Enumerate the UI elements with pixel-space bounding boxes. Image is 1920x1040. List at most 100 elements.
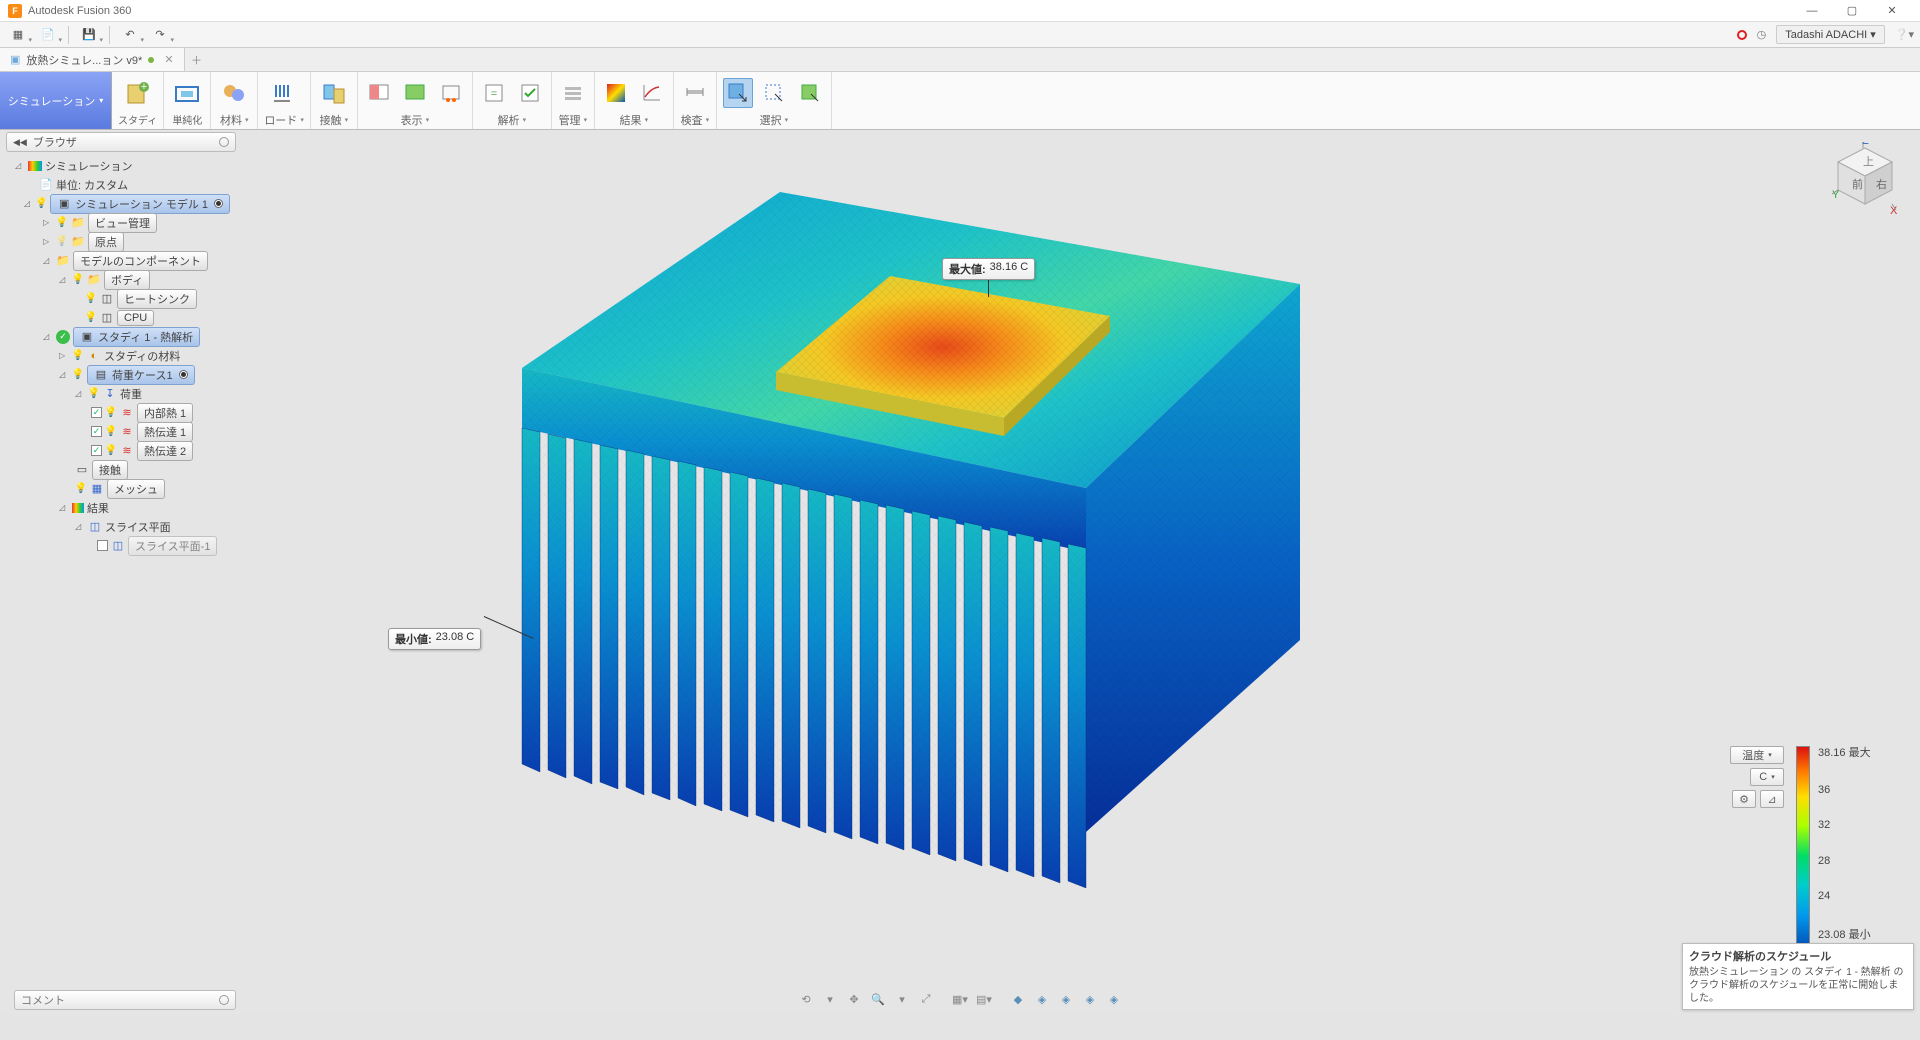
viewport-single-button[interactable]: ◆: [1007, 989, 1029, 1009]
tree-units[interactable]: 📄単位: カスタム: [6, 175, 236, 194]
tree-slice-planes[interactable]: ◿◫スライス平面: [6, 517, 236, 536]
help-button[interactable]: ❔▾: [1895, 28, 1914, 41]
view-cube[interactable]: 前 右 上 Z Y X: [1830, 142, 1900, 212]
workspace-switcher[interactable]: シミュレーション▾: [0, 72, 112, 129]
fit-button[interactable]: ⤢: [915, 989, 937, 1009]
tree-loads[interactable]: ◿💡↧荷重: [6, 384, 236, 403]
look-at-button[interactable]: ▾: [819, 989, 841, 1009]
tree-heatsink[interactable]: 💡◫ヒートシンク: [6, 289, 236, 308]
group-label-display: 表示 ▾: [401, 112, 430, 128]
viewport-cube3-button[interactable]: ◈: [1079, 989, 1101, 1009]
ribbon-group-simplify: 単純化: [164, 72, 211, 129]
window-maximize-button[interactable]: ▢: [1832, 0, 1872, 22]
browser-header[interactable]: ◀◀ ブラウザ: [6, 132, 236, 152]
legend-delta-button[interactable]: ⊿: [1760, 790, 1784, 808]
max-callout[interactable]: 最大値:38.16 C: [942, 258, 1035, 280]
new-study-button[interactable]: +: [121, 76, 155, 110]
display-toggle-2[interactable]: [400, 78, 430, 108]
redo-button[interactable]: ↷▾: [148, 24, 172, 46]
tree-components[interactable]: ◿📁モデルのコンポーネント: [6, 251, 236, 270]
job-status-icon[interactable]: ◷: [1757, 28, 1767, 41]
zoom-drop-button[interactable]: ▾: [891, 989, 913, 1009]
tree-body[interactable]: ◿💡📁ボディ: [6, 270, 236, 289]
ribbon-group-load: ロード ▾: [258, 72, 311, 129]
manage-button[interactable]: [558, 78, 588, 108]
navigation-bar: ⟲ ▾ ✥ 🔍 ▾ ⤢ ▦▾ ▤▾ ◆ ◈ ◈ ◈ ◈: [791, 988, 1129, 1010]
group-label-load: ロード ▾: [264, 112, 304, 128]
title-bar: F Autodesk Fusion 360 — ▢ ✕: [0, 0, 1920, 22]
viewcube-top-label: 上: [1863, 155, 1874, 168]
orbit-button[interactable]: ⟲: [795, 989, 817, 1009]
save-button[interactable]: 💾▾: [77, 24, 101, 46]
close-tab-button[interactable]: ✕: [164, 53, 173, 66]
group-label-solve: 解析 ▾: [498, 112, 527, 128]
grid-settings-button[interactable]: ▤▾: [973, 989, 995, 1009]
tree-origin[interactable]: ▷💡📁原点: [6, 232, 236, 251]
solve-button[interactable]: =: [479, 78, 509, 108]
tree-study1[interactable]: ◿✓▣スタディ 1 - 熱解析: [6, 327, 236, 346]
viewcube-front-label: 前: [1852, 177, 1863, 191]
simplify-button[interactable]: [170, 76, 204, 110]
tree-contacts[interactable]: ▭接触: [6, 460, 236, 479]
new-tab-button[interactable]: ＋: [185, 48, 209, 71]
tree-internal-heat[interactable]: ✓💡≋内部熱 1: [6, 403, 236, 422]
precheck-button[interactable]: [515, 78, 545, 108]
collapse-icon[interactable]: ◀◀: [13, 137, 27, 148]
select-window-button[interactable]: [723, 78, 753, 108]
tree-study-materials[interactable]: ▷💡◐スタディの材料: [6, 346, 236, 365]
tree-heat-transfer2[interactable]: ✓💡≋熱伝達 2: [6, 441, 236, 460]
select-freeform-button[interactable]: [759, 78, 789, 108]
user-menu[interactable]: Tadashi ADACHI ▾: [1776, 25, 1885, 44]
svg-text:Y: Y: [1832, 189, 1840, 201]
tree-heat-transfer1[interactable]: ✓💡≋熱伝達 1: [6, 422, 236, 441]
legend-color-bar[interactable]: [1796, 746, 1810, 946]
zoom-button[interactable]: 🔍: [867, 989, 889, 1009]
tree-root[interactable]: ◿シミュレーション: [6, 156, 236, 175]
viewport-3d[interactable]: 前 右 上 Z Y X: [0, 130, 1920, 1014]
legend-unit-select[interactable]: C▾: [1750, 768, 1784, 786]
tree-results[interactable]: ◿結果: [6, 498, 236, 517]
legend-settings-button[interactable]: ⚙: [1732, 790, 1756, 808]
group-label-select: 選択 ▾: [760, 112, 789, 128]
tree-cpu[interactable]: 💡◫CPU: [6, 308, 236, 327]
display-toggle-1[interactable]: [364, 78, 394, 108]
doc-title: 放熱シミュレ...ョン v9*: [26, 52, 142, 68]
browser-settings-icon[interactable]: [219, 137, 229, 147]
select-paint-button[interactable]: [795, 78, 825, 108]
undo-button[interactable]: ↶▾: [118, 24, 142, 46]
group-label-manage: 管理 ▾: [559, 112, 588, 128]
tree-load-case[interactable]: ◿💡▤荷重ケース1: [6, 365, 236, 384]
display-settings-button[interactable]: ▦▾: [949, 989, 971, 1009]
window-close-button[interactable]: ✕: [1872, 0, 1912, 22]
tree-mesh[interactable]: 💡▦メッシュ: [6, 479, 236, 498]
load-button[interactable]: [267, 76, 301, 110]
window-minimize-button[interactable]: —: [1792, 0, 1832, 22]
pan-button[interactable]: ✥: [843, 989, 865, 1009]
results-legend: 温度▾ C▾ ⚙ ⊿ 38.16 最大 36 32 28 24 23.08 最小: [1722, 740, 1902, 956]
record-icon[interactable]: [1737, 30, 1747, 40]
comments-expand-icon[interactable]: [219, 995, 229, 1005]
legend-ticks: 38.16 最大 36 32 28 24 23.08 最小: [1816, 740, 1871, 946]
document-tabs: ▣ 放熱シミュレ...ョン v9* ✕ ＋: [0, 48, 1920, 72]
app-title: Autodesk Fusion 360: [28, 5, 131, 17]
group-label-simplify: 単純化: [172, 112, 202, 127]
data-panel-button[interactable]: ▦▾: [6, 24, 30, 46]
tree-view-mgmt[interactable]: ▷💡📁ビュー管理: [6, 213, 236, 232]
legend-quantity-select[interactable]: 温度▾: [1730, 746, 1784, 764]
dof-view-button[interactable]: [436, 78, 466, 108]
document-tab[interactable]: ▣ 放熱シミュレ...ョン v9* ✕: [0, 48, 185, 71]
materials-button[interactable]: [217, 76, 251, 110]
file-menu-button[interactable]: 📄▾: [36, 24, 60, 46]
infobox-header: クラウド解析のスケジュール: [1689, 948, 1907, 964]
tree-sim-model[interactable]: ◿💡▣シミュレーション モデル 1: [6, 194, 236, 213]
contacts-button[interactable]: [317, 76, 351, 110]
results-contour-button[interactable]: [601, 78, 631, 108]
inspect-button[interactable]: [680, 78, 710, 108]
viewport-cube2-button[interactable]: ◈: [1055, 989, 1077, 1009]
comments-bar[interactable]: コメント: [14, 990, 236, 1010]
tree-slice-plane1[interactable]: ◫スライス平面-1: [6, 536, 236, 555]
viewport-cube1-button[interactable]: ◈: [1031, 989, 1053, 1009]
min-callout[interactable]: 最小値:23.08 C: [388, 628, 481, 650]
results-graph-button[interactable]: [637, 78, 667, 108]
viewport-cube4-button[interactable]: ◈: [1103, 989, 1125, 1009]
